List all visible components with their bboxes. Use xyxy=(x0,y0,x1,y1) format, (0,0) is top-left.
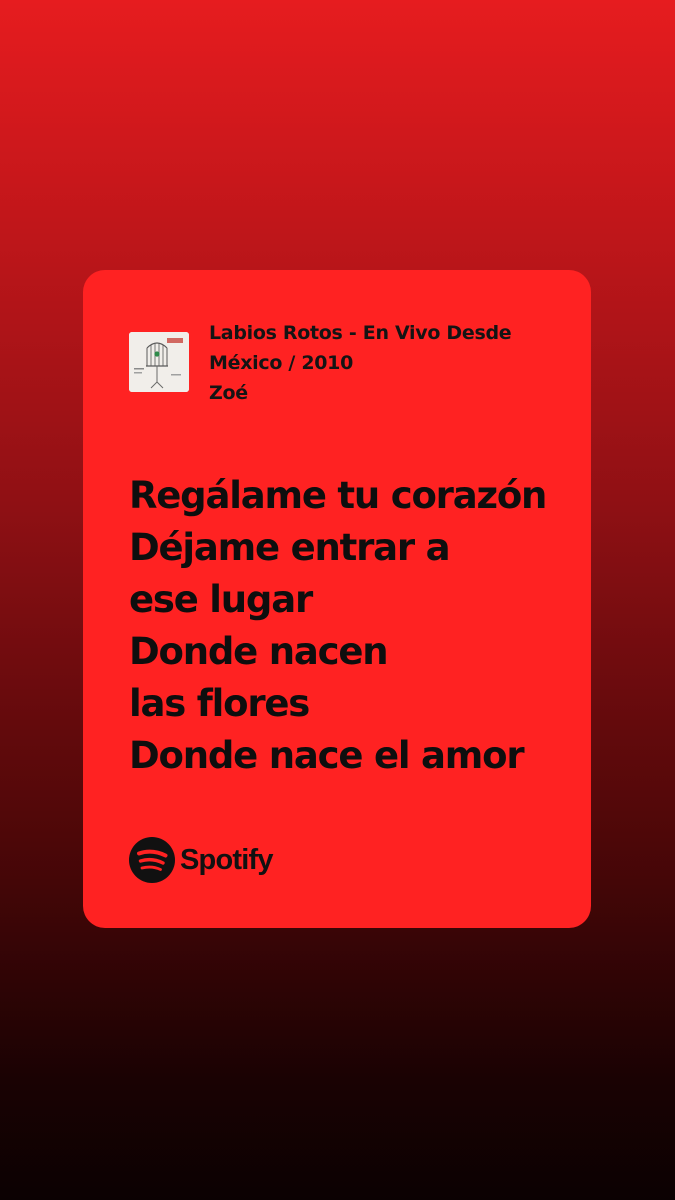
lyric-line: Donde nace el amor xyxy=(129,734,525,777)
track-title: Labios Rotos - En Vivo Desde México / 20… xyxy=(209,322,512,374)
spotify-branding: Spotify xyxy=(129,837,273,883)
lyric-line: Déjame entrar a xyxy=(129,526,451,569)
lyric-line: las flores xyxy=(129,682,310,725)
spotify-logo-icon xyxy=(129,837,175,883)
lyric-line: Donde nacen xyxy=(129,630,389,673)
album-art xyxy=(129,332,189,392)
lyric-line: Regálame tu corazón xyxy=(129,474,547,517)
spotify-wordmark: Spotify xyxy=(180,843,273,876)
birdcage-icon xyxy=(129,332,189,392)
track-artist: Zoé xyxy=(209,382,248,404)
lyrics-block: Regálame tu corazón Déjame entrar a ese … xyxy=(129,470,569,782)
track-info: Labios Rotos - En Vivo Desde México / 20… xyxy=(209,318,549,408)
lyric-line: ese lugar xyxy=(129,578,313,621)
lyrics-share-card: Labios Rotos - En Vivo Desde México / 20… xyxy=(83,270,591,928)
